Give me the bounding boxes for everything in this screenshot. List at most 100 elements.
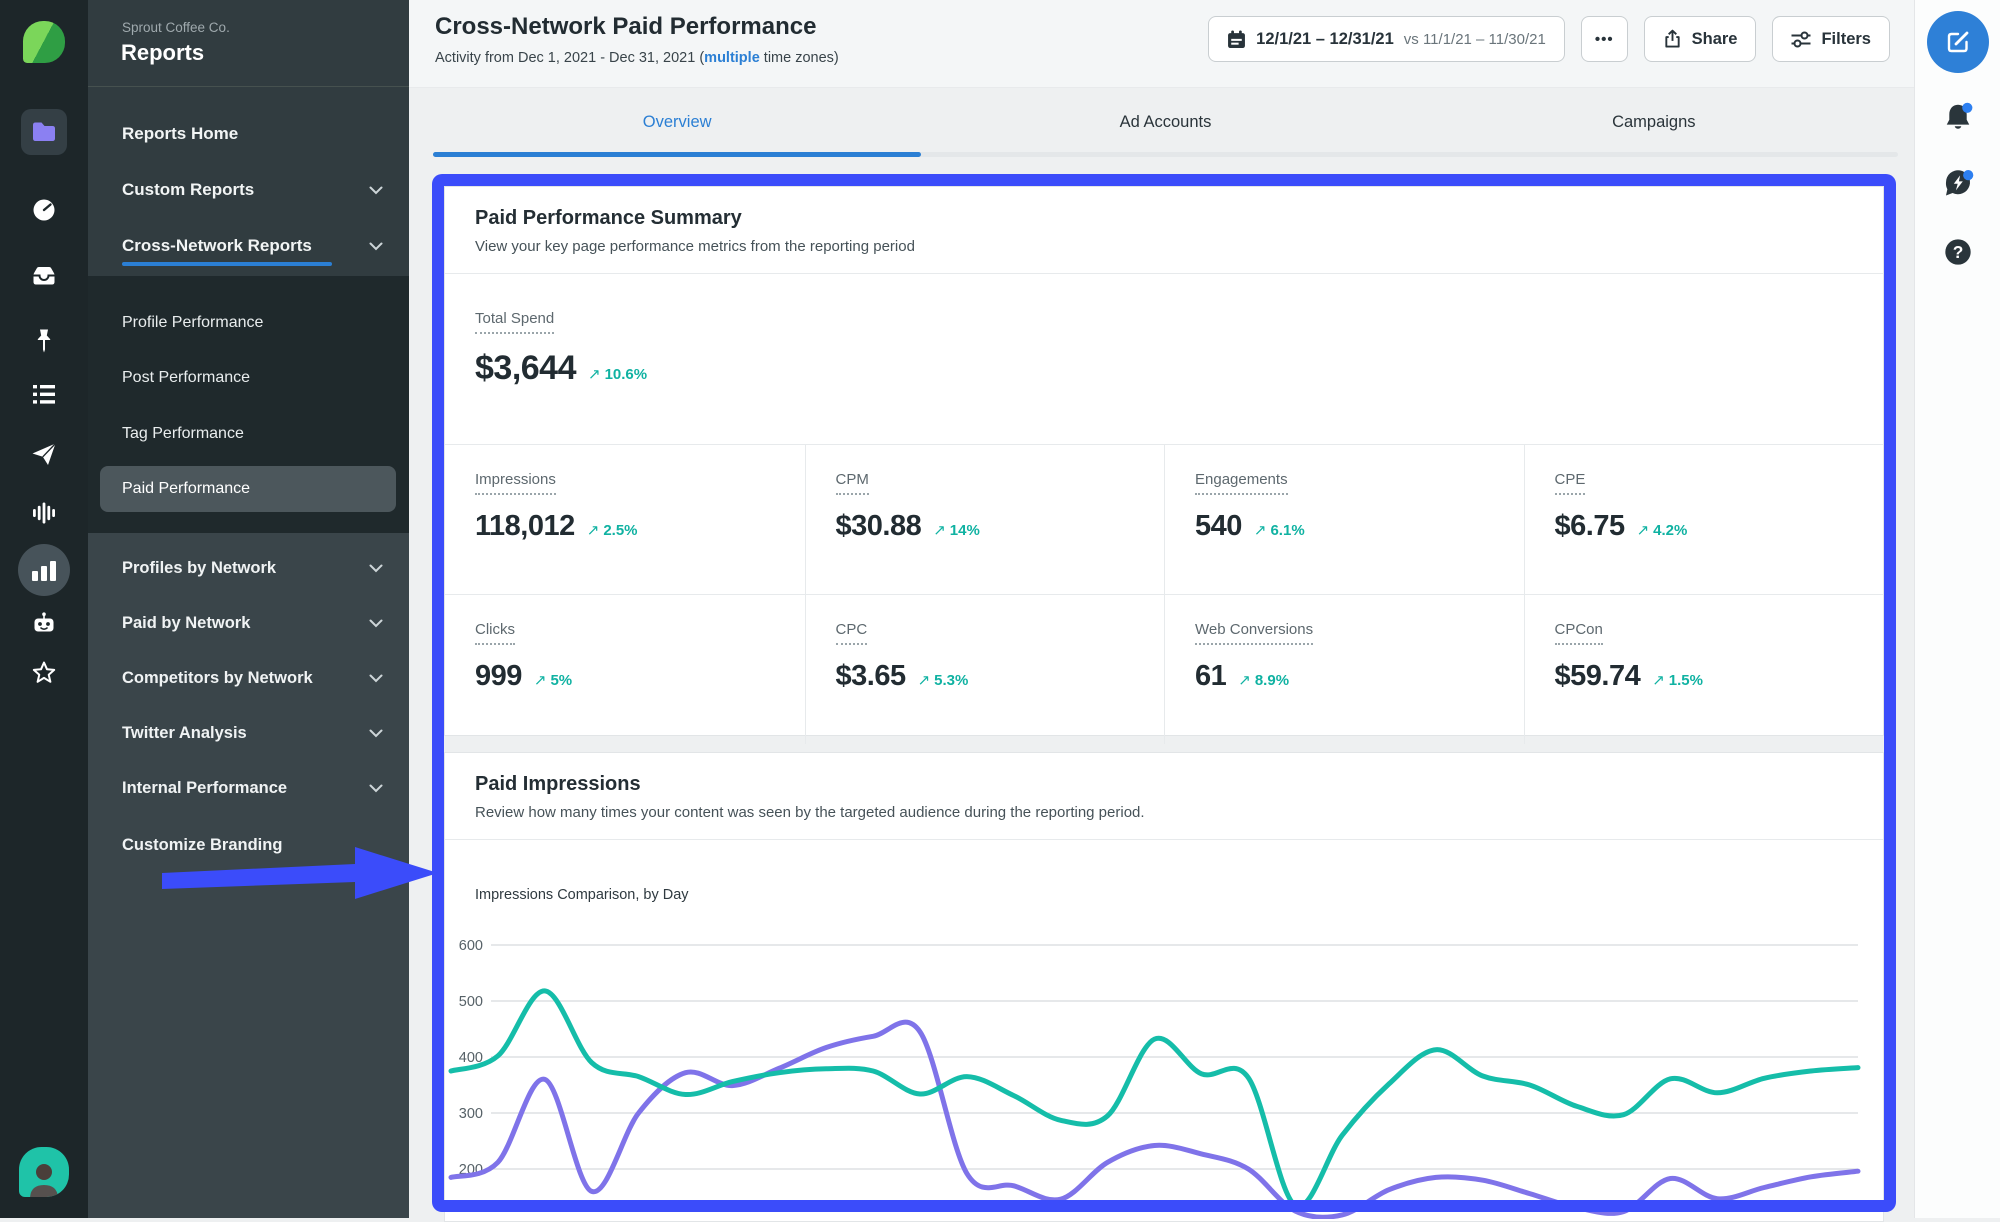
badge-dot [1963,170,1973,180]
timezones-link[interactable]: multiple [704,50,760,66]
metric-cell-engagements: Engagements 540 ↗6.1% [1164,445,1524,594]
sidebar-item-tag-performance[interactable]: Tag Performance [88,407,409,461]
chevron-down-icon [369,564,383,573]
chevron-down-icon [369,242,383,251]
star-icon [31,660,57,686]
sidebar-item-internal-performance[interactable]: Internal Performance [88,761,409,816]
chevron-down-icon [369,674,383,683]
nav-reports-active[interactable] [0,544,88,596]
paid-impressions-card: Paid Impressions Review how many times y… [444,752,1884,1222]
bulleted-list-icon [32,384,56,405]
paid-performance-summary-card: Paid Performance Summary View your key p… [444,186,1884,736]
sidebar-item-twitter-analysis[interactable]: Twitter Analysis [88,706,409,761]
impressions-description: Review how many times your content was s… [475,804,1853,821]
impressions-chart[interactable]: 600500400300200 [445,911,1883,1219]
share-icon [1663,29,1682,49]
bell-icon [1940,100,1976,136]
tab-ad-accounts[interactable]: Ad Accounts [921,88,1409,157]
header-actions: 12/1/21 – 12/31/21 vs 11/1/21 – 11/30/21… [1208,16,1890,62]
svg-text:600: 600 [459,938,483,954]
metric-cell-web-conversions: Web Conversions 61 ↗8.9% [1164,595,1524,744]
bot-icon [32,612,56,634]
nav-pinned[interactable] [0,328,88,354]
sidebar-item-reports-home[interactable]: Reports Home [88,106,409,162]
user-avatar[interactable] [0,1147,88,1197]
nav-favorites[interactable] [0,660,88,686]
help-icon: ? [1942,236,1974,268]
reports-sidebar: Sprout Coffee Co. Reports Reports Home C… [88,0,409,1218]
waveform-icon [32,501,56,525]
page-header: Cross-Network Paid Performance Activity … [409,0,1914,88]
sidebar-title: Reports [121,40,204,66]
paper-plane-icon [31,442,57,466]
notification-badge-dot [1962,103,1972,113]
sidebar-item-paid-performance-active[interactable]: Paid Performance [100,466,396,512]
metric-cell-cpcon: CPCon $59.74 ↗1.5% [1524,595,1884,744]
message-lightning-icon [1940,167,1976,203]
account-name: Sprout Coffee Co. [122,20,230,35]
sidebar-item-profiles-by-network[interactable]: Profiles by Network [88,541,409,596]
cross-network-submenu: Profile Performance Post Performance Tag… [88,276,409,533]
help-button[interactable]: ? [1915,236,2000,268]
sidebar-item-custom-reports[interactable]: Custom Reports [88,162,409,218]
sidebar-item-paid-by-network[interactable]: Paid by Network [88,596,409,651]
folder-icon [31,120,57,144]
date-range-value: 12/1/21 – 12/31/21 [1256,30,1394,49]
nav-dashboard[interactable] [0,198,88,222]
sprout-logo[interactable] [0,21,88,63]
svg-text:500: 500 [459,994,483,1010]
up-arrow-icon: ↗ [933,522,946,539]
gauge-icon [32,198,56,222]
icon-rail [0,0,88,1218]
share-button[interactable]: Share [1644,16,1757,62]
filters-sliders-icon [1791,31,1811,48]
date-compare-value: vs 11/1/21 – 11/30/21 [1404,31,1546,48]
utility-rail: ? [1914,0,2000,1218]
sidebar-item-post-performance[interactable]: Post Performance [88,351,409,405]
nav-lists[interactable] [0,384,88,405]
report-tabs: Overview Ad Accounts Campaigns [433,88,1898,157]
pin-icon [33,328,55,354]
up-arrow-icon: ↗ [534,672,547,689]
svg-text:300: 300 [459,1106,483,1122]
page-title: Cross-Network Paid Performance [435,13,816,41]
summary-description: View your key page performance metrics f… [475,238,1853,255]
total-spend-block: Total Spend $3,644 ↗10.6% [445,274,1883,444]
nav-listening[interactable] [0,501,88,525]
up-arrow-icon: ↗ [1238,672,1251,689]
total-spend-value: $3,644 [475,349,576,388]
nav-publishing[interactable] [0,442,88,466]
nav-automation[interactable] [0,612,88,634]
page-subtitle: Activity from Dec 1, 2021 - Dec 31, 2021… [435,50,839,66]
nav-inbox[interactable] [0,265,88,286]
up-arrow-icon: ↗ [588,366,601,383]
total-spend-delta: ↗10.6% [588,365,647,383]
filters-button[interactable]: Filters [1772,16,1890,62]
avatar-image [19,1147,69,1197]
sidebar-item-competitors-by-network[interactable]: Competitors by Network [88,651,409,706]
sidebar-item-profile-performance[interactable]: Profile Performance [88,296,409,350]
metric-cell-impressions: Impressions 118,012 ↗2.5% [445,445,805,594]
bar-chart-icon [31,558,57,582]
chevron-down-icon [369,186,383,195]
more-options-button[interactable]: ••• [1581,16,1628,62]
tab-overview[interactable]: Overview [433,88,921,157]
tab-campaigns[interactable]: Campaigns [1410,88,1898,157]
up-arrow-icon: ↗ [587,522,600,539]
up-arrow-icon: ↗ [1637,522,1650,539]
svg-text:?: ? [1953,242,1964,262]
nav-folder[interactable] [0,109,88,155]
up-arrow-icon: ↗ [1254,522,1267,539]
quick-actions-button[interactable] [1915,167,2000,203]
calendar-icon [1227,30,1246,49]
metric-cell-clicks: Clicks 999 ↗5% [445,595,805,744]
sidebar-item-customize-branding[interactable]: Customize Branding [88,818,409,873]
metric-cell-cpe: CPE $6.75 ↗4.2% [1524,445,1884,594]
divider [88,86,409,87]
compose-icon [1944,28,1972,56]
metric-label-total-spend[interactable]: Total Spend [475,310,554,334]
compose-button[interactable] [1915,11,2000,73]
summary-title: Paid Performance Summary [475,207,1853,230]
date-range-button[interactable]: 12/1/21 – 12/31/21 vs 11/1/21 – 11/30/21 [1208,16,1565,62]
notifications-button[interactable] [1915,100,2000,136]
